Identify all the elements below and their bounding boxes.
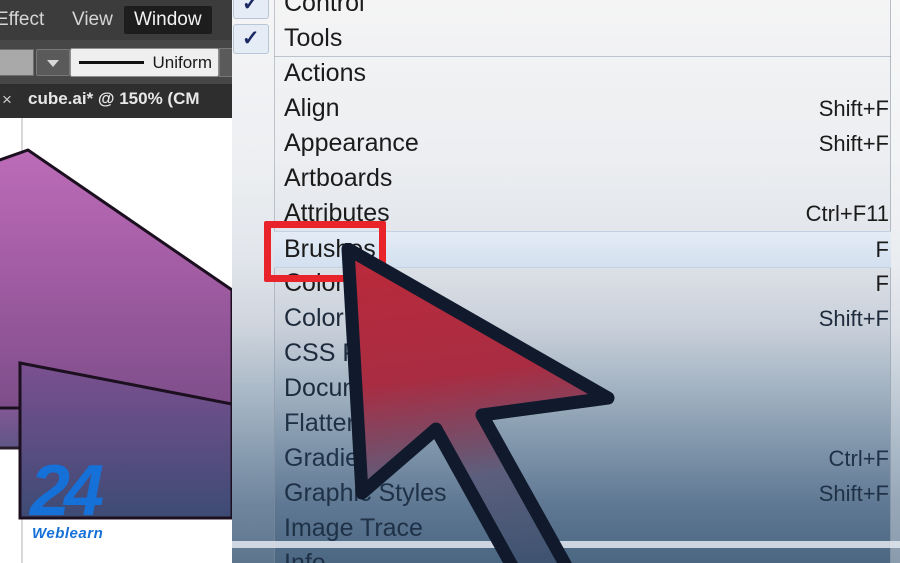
menu-item-label: Actions (284, 59, 366, 87)
isometric-cube-artwork[interactable] (0, 118, 232, 563)
control-bar: Uniform (0, 40, 232, 85)
menu-item-shortcut: Shift+F (818, 131, 889, 156)
menu-item-label: Tools (284, 24, 343, 52)
stroke-options-dropdown[interactable] (36, 49, 70, 76)
menu-item-artboards[interactable]: Artboards (274, 161, 891, 196)
check-icon: ✓ (242, 0, 260, 15)
check-icon: ✓ (242, 27, 260, 50)
menu-bar: Effect View Window (0, 0, 232, 41)
menu-item-label: Artboards (284, 164, 393, 192)
menu-item-shortcut: Shift+F (818, 96, 889, 121)
menu-bar-item-window[interactable]: Window (124, 6, 212, 34)
artboard-canvas[interactable]: 24 Weblearn (0, 118, 232, 563)
chevron-down-icon (47, 60, 59, 67)
stroke-profile-label: Uniform (152, 53, 212, 72)
menu-bar-item-view[interactable]: View (62, 6, 123, 34)
document-tab-title: cube.ai* @ 150% (CM (28, 89, 200, 108)
menu-item-actions[interactable]: Actions (274, 56, 891, 91)
menu-item-shortcut: Shift+F (818, 306, 889, 331)
menu-item-control[interactable]: Control (274, 0, 891, 21)
menu-item-label: Appearance (284, 129, 419, 157)
menu-item-shortcut: F (875, 271, 889, 296)
illustrator-window-menu-screenshot: Effect View Window Uniform × cube.ai* @ … (0, 0, 900, 563)
menu-scroll-edge[interactable] (890, 0, 900, 563)
control-bar-overflow[interactable] (219, 48, 232, 77)
menu-item-label: Control (284, 0, 365, 17)
menu-checkmark-control: ✓ (233, 0, 269, 19)
close-icon[interactable]: × (2, 90, 12, 110)
menu-item-label: Info (284, 549, 326, 563)
menu-item-appearance[interactable]: Appearance Shift+F (274, 126, 891, 161)
menu-bar-item-effect[interactable]: Effect (0, 6, 54, 34)
menu-item-label: Align (284, 94, 340, 122)
stroke-profile-select[interactable]: Uniform (70, 48, 219, 77)
menu-checkmark-tools: ✓ (233, 24, 269, 54)
menu-item-shortcut: Ctrl+F (828, 446, 890, 471)
menu-item-shortcut: F (875, 237, 889, 262)
application-chrome: Effect View Window Uniform × cube.ai* @ … (0, 0, 232, 563)
menu-item-align[interactable]: Align Shift+F (274, 91, 891, 126)
menu-item-shortcut: Ctrl+F11 (805, 201, 889, 226)
document-tab[interactable]: × cube.ai* @ 150% (CM (0, 85, 232, 119)
arrow-cursor (341, 243, 615, 563)
fill-color-swatch[interactable] (0, 49, 34, 76)
stroke-profile-line-icon (79, 61, 144, 64)
menu-item-tools[interactable]: Tools (274, 21, 891, 56)
menu-item-shortcut: Shift+F (818, 481, 889, 506)
